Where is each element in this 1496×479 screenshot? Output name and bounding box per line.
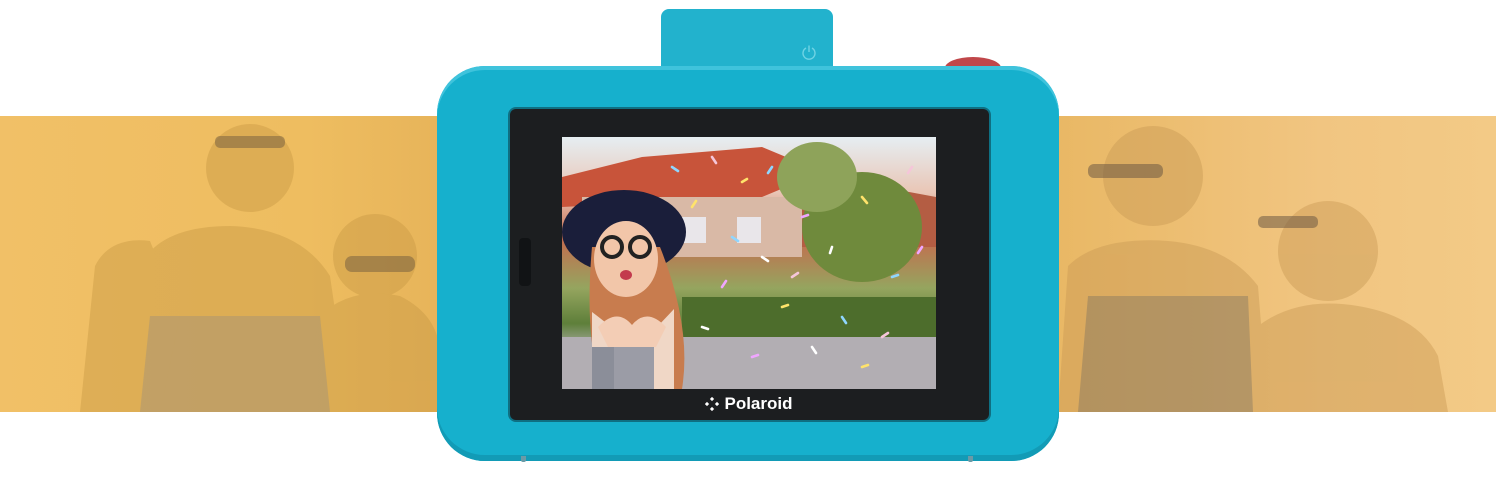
left-people-silhouettes xyxy=(80,124,440,412)
polaroid-logo: Polaroid xyxy=(562,393,936,415)
power-icon[interactable] xyxy=(801,44,817,60)
screen-side-notch xyxy=(519,238,531,286)
polaroid-diamond-icon xyxy=(705,397,720,411)
logo-text: Polaroid xyxy=(724,394,793,413)
right-photo-banner xyxy=(1058,116,1496,412)
left-photo-banner xyxy=(0,116,440,412)
camera-foot-left xyxy=(521,456,526,462)
camera-screen-photo xyxy=(562,137,936,389)
selfie-scene xyxy=(562,142,936,389)
right-people-silhouettes xyxy=(1058,126,1448,412)
camera-foot-right xyxy=(968,456,973,462)
